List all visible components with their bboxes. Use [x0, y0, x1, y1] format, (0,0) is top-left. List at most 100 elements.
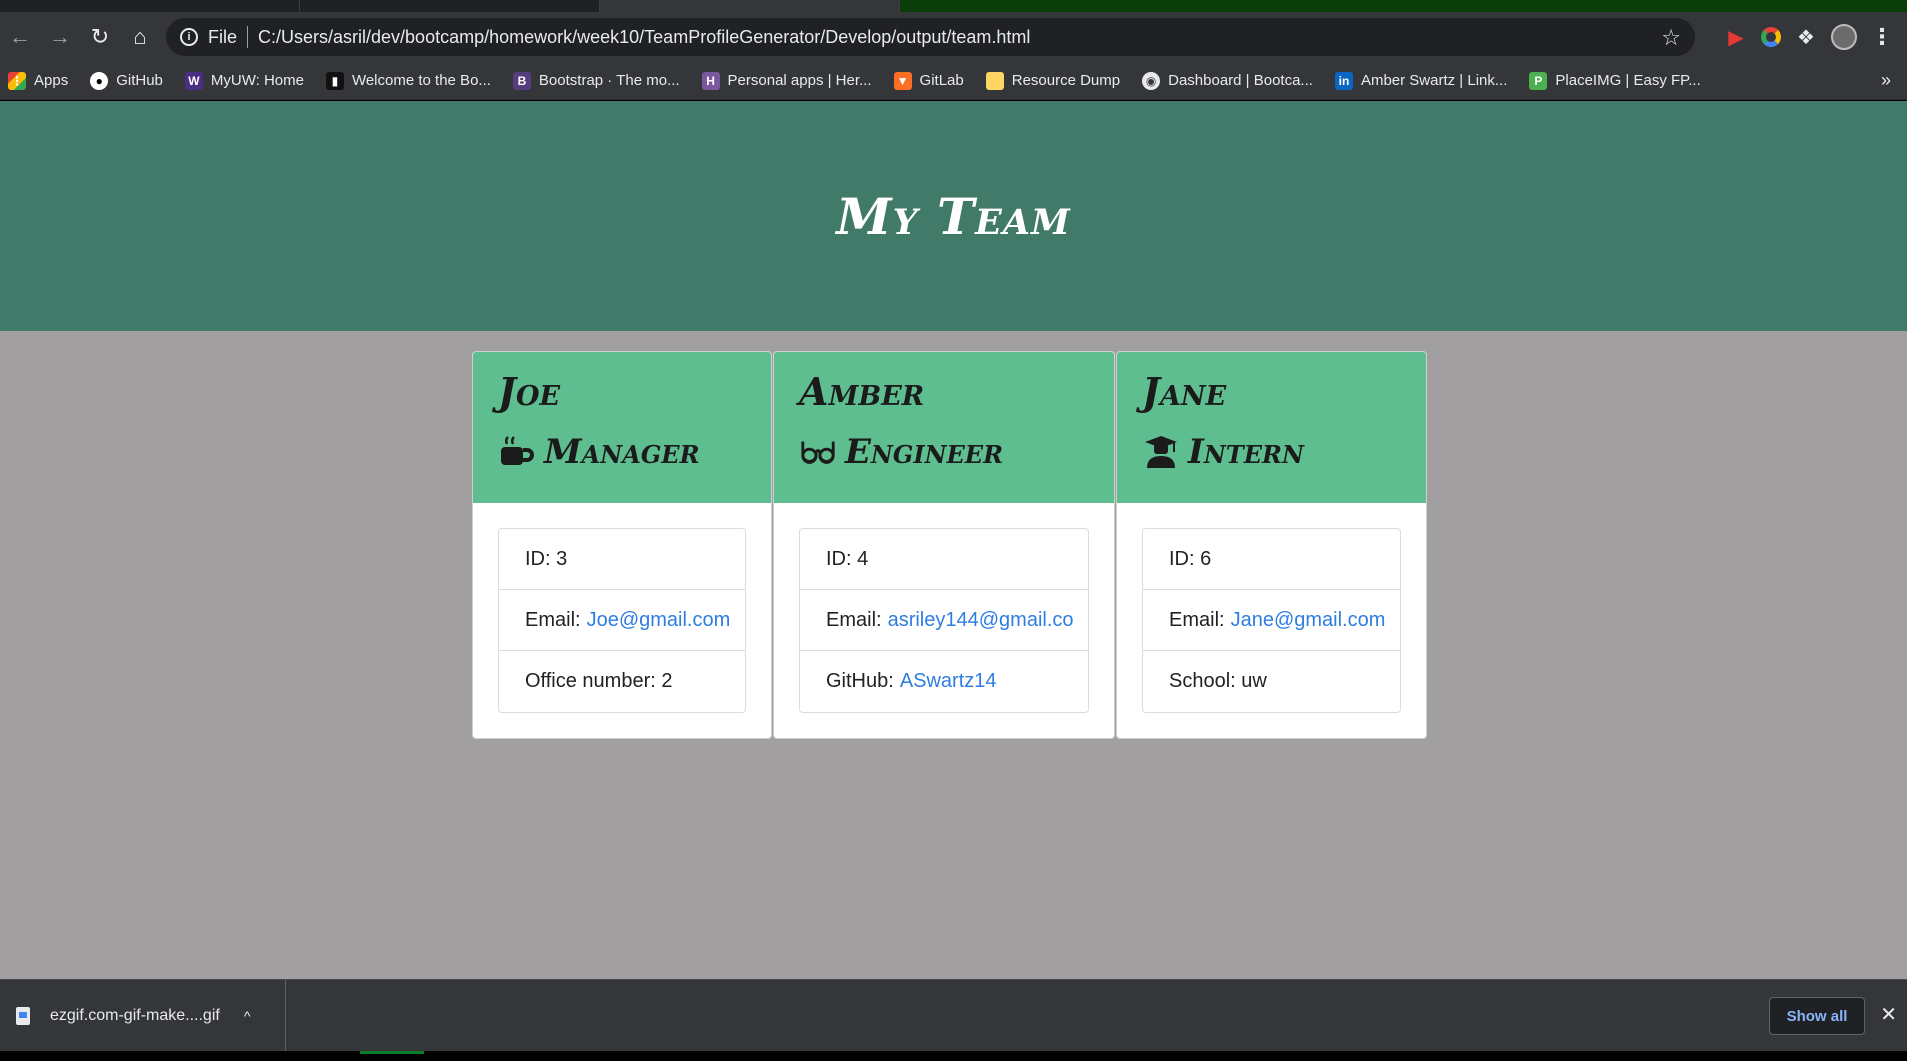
extensions-area: ▶ ❖ ⋮ — [1721, 12, 1907, 62]
details-list: ID: 6 Email: Jane@gmail.com School: uw — [1142, 528, 1401, 713]
bookmark-gitlab[interactable]: ▼ GitLab — [893, 71, 964, 90]
card-body: ID: 6 Email: Jane@gmail.com School: uw — [1117, 503, 1426, 738]
employee-card-engineer: Amber Engineer ID: 4 Email: asriley144@g… — [773, 351, 1115, 739]
details-list: ID: 4 Email: asriley144@gmail.co GitHub:… — [799, 528, 1089, 713]
bookmark-resource-dump[interactable]: Resource Dump — [985, 71, 1121, 90]
github-link[interactable]: ASwartz14 — [900, 670, 997, 693]
taskbar-edge — [0, 1051, 1907, 1061]
bookmark-linkedin[interactable]: in Amber Swartz | Link... — [1334, 71, 1508, 90]
heroku-icon: H — [701, 71, 720, 90]
bookmark-star-icon[interactable]: ☆ — [1661, 25, 1681, 51]
employee-role: Intern — [1142, 428, 1401, 476]
bookmark-label: Apps — [34, 72, 69, 89]
card-body: ID: 3 Email: Joe@gmail.com Office number… — [473, 503, 771, 738]
employee-role: Manager — [498, 428, 746, 476]
progress-indicator — [360, 1051, 424, 1054]
bookmark-heroku[interactable]: H Personal apps | Her... — [701, 71, 872, 90]
graduate-icon — [1142, 433, 1180, 471]
file-icon — [16, 1007, 30, 1025]
bookmark-label: PlaceIMG | Easy FP... — [1555, 72, 1701, 89]
download-file-name[interactable]: ezgif.com-gif-make....gif — [50, 1007, 220, 1025]
bookmark-label: Amber Swartz | Link... — [1360, 72, 1508, 89]
bookmark-label: Dashboard | Bootca... — [1168, 72, 1313, 89]
screen-recorder-extension-icon[interactable]: ▶ — [1721, 22, 1751, 52]
employee-name: Amber — [799, 369, 925, 414]
gitlab-icon: ▼ — [893, 71, 912, 90]
employee-email: Email: asriley144@gmail.co — [800, 590, 1088, 651]
tab-strip — [0, 0, 1907, 12]
apps-grid-icon: ⋮ — [8, 71, 26, 90]
globe-icon: ◉ — [1142, 71, 1161, 90]
uw-w-icon: W — [184, 71, 203, 90]
employee-id: ID: 6 — [1143, 529, 1400, 590]
employee-email: Email: Jane@gmail.com — [1143, 590, 1400, 651]
bookmark-label: Welcome to the Bo... — [351, 72, 491, 89]
office-number: Office number: 2 — [525, 670, 673, 692]
email-link[interactable]: Joe@gmail.com — [587, 609, 731, 632]
bookmark-myuw[interactable]: W MyUW: Home — [184, 71, 304, 90]
extensions-puzzle-icon[interactable]: ❖ — [1791, 22, 1821, 52]
details-list: ID: 3 Email: Joe@gmail.com Office number… — [498, 528, 746, 713]
show-all-button[interactable]: Show all — [1769, 997, 1865, 1035]
page-title: My Team — [836, 186, 1071, 246]
card-header: Joe Manager — [473, 352, 771, 503]
employee-card-manager: Joe Manager ID: 3 Email: Joe@gmail.com O… — [472, 351, 772, 739]
kebab-menu-icon[interactable]: ⋮ — [1867, 22, 1897, 52]
bookmark-bootstrap[interactable]: B Bootstrap · The mo... — [512, 71, 680, 90]
github-row: GitHub: ASwartz14 — [800, 651, 1088, 712]
color-extension-icon[interactable] — [1761, 27, 1781, 47]
school: School: uw — [1169, 670, 1267, 692]
role-label: Manager — [544, 432, 700, 472]
back-arrow-icon[interactable]: ← — [0, 17, 40, 57]
bookmark-label: Personal apps | Her... — [727, 72, 872, 89]
bookmark-dashboard[interactable]: ◉ Dashboard | Bootca... — [1142, 71, 1313, 90]
employee-card-intern: Jane Intern ID: 6 Email: Jane@gmail.com … — [1116, 351, 1427, 739]
bookmark-placeimg[interactable]: P PlaceIMG | Easy FP... — [1529, 71, 1701, 90]
divider — [247, 26, 249, 48]
linkedin-icon: in — [1334, 71, 1353, 90]
bookmark-welcome[interactable]: ▮ Welcome to the Bo... — [325, 71, 491, 90]
home-icon[interactable]: ⌂ — [120, 17, 160, 57]
employee-name: Joe — [498, 369, 561, 414]
download-item[interactable]: ezgif.com-gif-make....gif ^ — [0, 980, 286, 1052]
bookmarks-overflow-icon[interactable]: » — [1881, 70, 1891, 91]
info-icon[interactable]: i — [180, 28, 198, 46]
reload-icon[interactable]: ↻ — [80, 17, 120, 57]
coffee-mug-icon — [498, 433, 536, 471]
email-label: Email: — [1169, 608, 1225, 631]
profile-avatar[interactable] — [1831, 24, 1857, 50]
close-icon[interactable]: ✕ — [1880, 1002, 1897, 1027]
email-label: Email: — [826, 608, 882, 631]
browser-tab[interactable] — [0, 0, 300, 12]
employee-id: ID: 4 — [800, 529, 1088, 590]
browser-tab[interactable] — [300, 0, 600, 12]
email-link[interactable]: asriley144@gmail.co — [888, 609, 1074, 632]
team-cards: Joe Manager ID: 3 Email: Joe@gmail.com O… — [472, 351, 1428, 739]
url-text[interactable]: C:/Users/asril/dev/bootcamp/homework/wee… — [258, 27, 1030, 48]
chevron-up-icon[interactable]: ^ — [244, 1008, 251, 1024]
bookmark-label: GitLab — [919, 72, 964, 89]
email-label: Email: — [525, 608, 581, 631]
bookmark-github[interactable]: ● GitHub — [90, 71, 163, 90]
browser-toolbar: ← → ↻ ⌂ i File C:/Users/asril/dev/bootca… — [0, 12, 1907, 62]
browser-tab-active[interactable] — [600, 0, 900, 12]
glasses-icon — [799, 433, 837, 471]
page-header: My Team — [0, 101, 1907, 331]
forward-arrow-icon[interactable]: → — [40, 17, 80, 57]
card-body: ID: 4 Email: asriley144@gmail.co GitHub:… — [774, 503, 1114, 738]
page-viewport: My Team Joe Manager ID: 3 Email: Joe@gma… — [0, 101, 1907, 979]
card-header: Amber Engineer — [774, 352, 1114, 503]
employee-role: Engineer — [799, 428, 1089, 476]
bootstrap-b-icon: B — [512, 71, 531, 90]
card-header: Jane Intern — [1117, 352, 1426, 503]
email-link[interactable]: Jane@gmail.com — [1231, 609, 1386, 632]
note-icon — [985, 71, 1004, 90]
bookmarks-bar: ⋮ Apps ● GitHub W MyUW: Home ▮ Welcome t… — [0, 62, 1907, 100]
bookmark-label: Bootstrap · The mo... — [538, 72, 680, 89]
bookmark-apps[interactable]: ⋮ Apps — [8, 71, 69, 90]
bookmark-label: Resource Dump — [1011, 72, 1121, 89]
bookmark-label: MyUW: Home — [210, 72, 304, 89]
bookmark-label: GitHub — [116, 72, 163, 89]
employee-name: Jane — [1142, 369, 1227, 414]
address-bar[interactable]: i File C:/Users/asril/dev/bootcamp/homew… — [166, 18, 1695, 56]
